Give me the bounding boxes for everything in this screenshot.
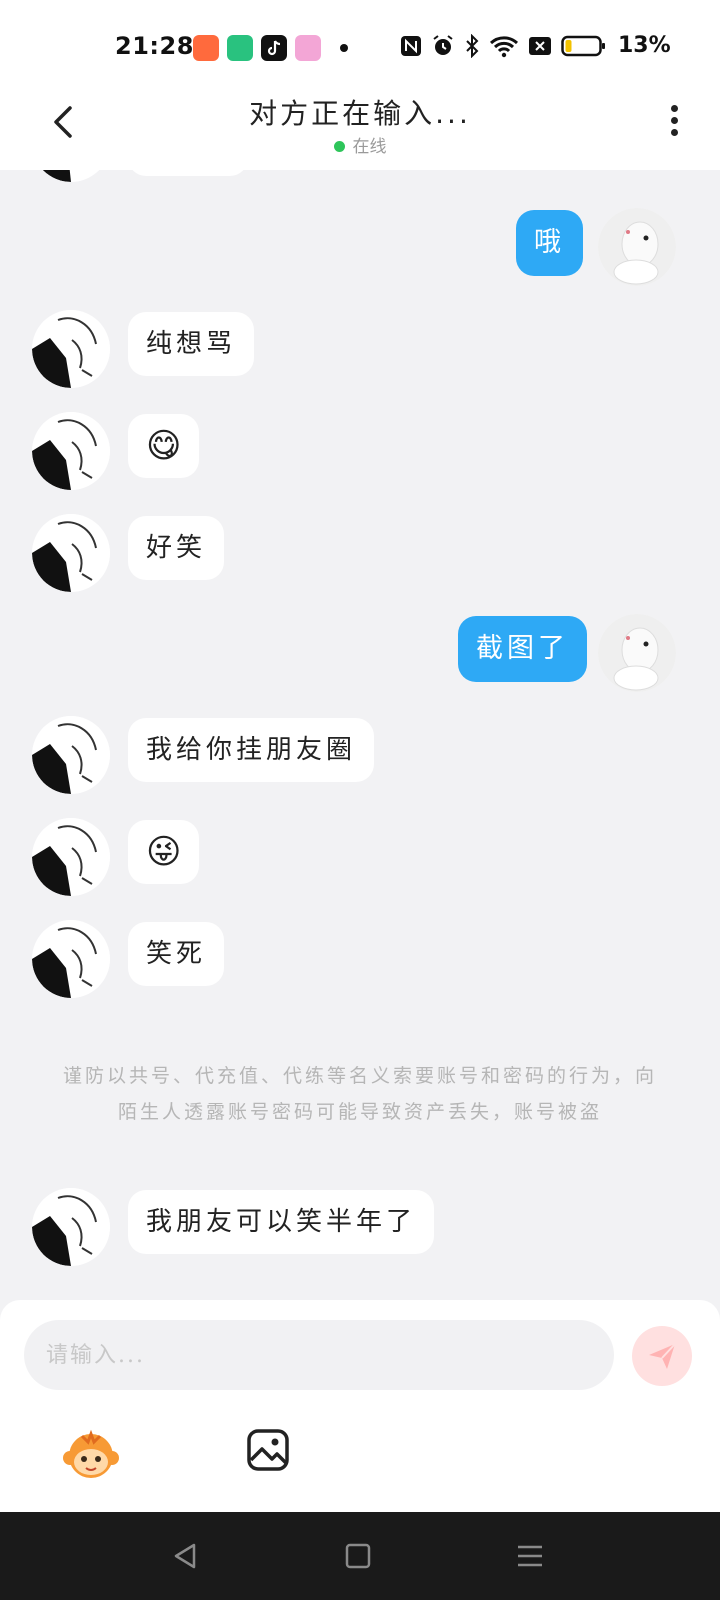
image-icon (247, 1429, 289, 1471)
online-dot-icon (333, 140, 345, 152)
chat-header: 对方正在输入... 在线 (0, 92, 720, 170)
message-bubble-incoming: 😋 (128, 414, 200, 478)
my-avatar[interactable] (598, 208, 676, 286)
message-bubble-incoming: 笑死 (128, 922, 225, 986)
square-home-icon (345, 1543, 371, 1569)
monkey-face-icon (63, 1429, 119, 1478)
contact-avatar[interactable] (32, 514, 110, 592)
message-bubble-outgoing: 哦 (516, 210, 583, 276)
message-bubble-incoming: 好笑 (128, 516, 225, 580)
send-button[interactable] (632, 1326, 692, 1386)
app-icon-pink (295, 35, 321, 61)
app-icon-orange (193, 35, 219, 61)
message-bubble-incoming (128, 170, 248, 176)
contact-avatar[interactable] (32, 310, 110, 388)
contact-avatar[interactable] (32, 716, 110, 794)
triangle-back-icon (174, 1543, 196, 1569)
contact-avatar[interactable] (32, 412, 110, 490)
more-dot-icon (670, 105, 678, 112)
contact-avatar[interactable] (32, 920, 110, 998)
send-icon (649, 1343, 676, 1369)
sim-off-icon (528, 35, 552, 57)
nfc-icon (400, 35, 422, 57)
nav-recents-button[interactable] (514, 1540, 546, 1572)
image-button[interactable] (246, 1428, 290, 1472)
status-bar: 21:28 13% (0, 0, 720, 92)
page-title: 对方正在输入... (249, 97, 471, 130)
contact-avatar[interactable] (32, 170, 110, 182)
message-bubble-incoming: 纯想骂 (128, 312, 255, 376)
message-list[interactable]: 哦 纯想骂 😋 好笑 截图了 我给你挂朋友圈 😜 笑死 谨防以共号、代充值、代练… (0, 170, 720, 1300)
message-bubble-incoming: 我朋友可以笑半年了 (128, 1190, 435, 1254)
tiktok-icon (261, 35, 287, 61)
online-status: 在线 (0, 132, 720, 157)
bluetooth-icon (464, 33, 480, 58)
more-dot-icon (670, 129, 678, 136)
notification-icons (193, 35, 321, 61)
more-options-button[interactable] (660, 100, 688, 140)
message-bubble-incoming: 我给你挂朋友圈 (128, 718, 375, 782)
nav-home-button[interactable] (342, 1540, 374, 1572)
online-status-label: 在线 (352, 137, 387, 157)
sticker-button[interactable] (62, 1426, 120, 1484)
message-bubble-outgoing: 截图了 (458, 616, 587, 682)
contact-avatar[interactable] (32, 1188, 110, 1266)
wifi-icon (489, 34, 519, 58)
battery-icon (561, 34, 607, 58)
more-notifications-dot (340, 44, 348, 52)
contact-avatar[interactable] (32, 818, 110, 896)
message-input[interactable] (24, 1320, 614, 1390)
security-notice: 谨防以共号、代充值、代练等名义索要账号和密码的行为，向陌生人透露账号密码可能导致… (62, 1065, 657, 1123)
more-dot-icon (670, 117, 678, 124)
system-navigation-bar (0, 1512, 720, 1600)
battery-percent: 13% (618, 33, 671, 58)
nav-back-button[interactable] (170, 1540, 202, 1572)
composer (0, 1300, 720, 1512)
my-avatar[interactable] (598, 614, 676, 692)
menu-lines-icon (518, 1545, 542, 1567)
message-bubble-incoming: 😜 (128, 820, 200, 884)
alarm-icon (431, 34, 455, 58)
status-time: 21:28 (115, 32, 194, 60)
app-icon-green (227, 35, 253, 61)
